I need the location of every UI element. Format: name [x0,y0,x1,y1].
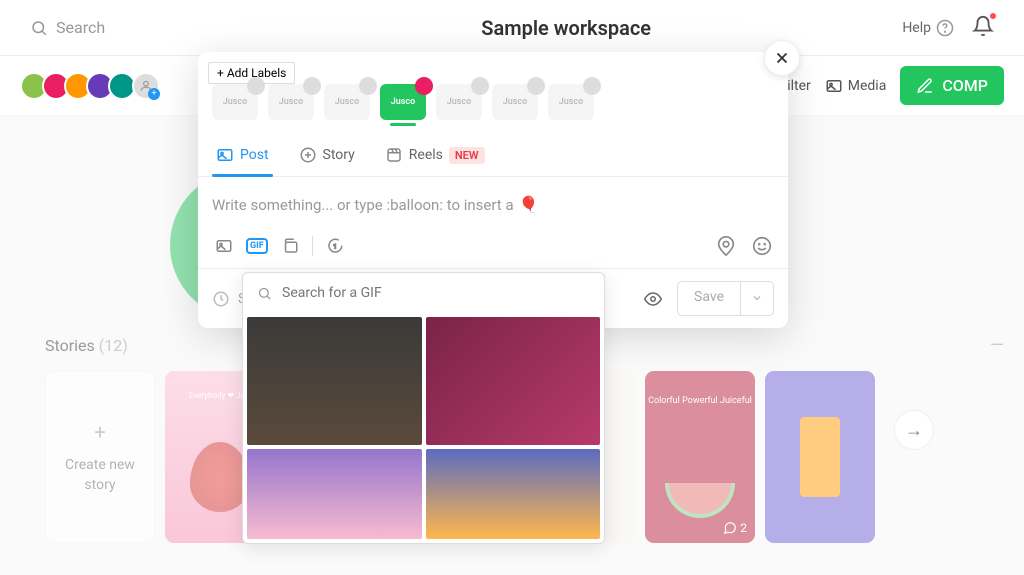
gif-picker [242,272,605,544]
plus-icon: + [217,66,224,80]
user-icon [139,79,153,93]
help-icon [936,19,954,37]
close-button[interactable] [764,40,800,76]
location-button[interactable] [714,234,738,258]
media-icon [825,77,843,95]
twitter-icon [303,77,321,95]
eye-icon [644,290,662,308]
account-tiktok[interactable]: Jusco [548,84,594,120]
gif-button[interactable]: GIF [246,238,268,254]
image-icon [215,237,233,255]
account-instagram-2[interactable]: Jusco [436,84,482,120]
location-icon [715,235,737,257]
notifications-button[interactable] [972,15,994,41]
gif-results[interactable] [243,313,604,543]
tab-post[interactable]: Post [212,134,273,176]
search-icon [30,19,48,37]
reels-icon [385,146,403,164]
image-icon [216,146,234,164]
gallery-icon [281,237,299,255]
workspace-title: Sample workspace [230,16,902,40]
gif-item[interactable] [426,317,601,445]
image-upload-button[interactable] [212,234,236,258]
post-type-tabs: Post Story Reels NEW [198,134,788,177]
team-avatars [20,72,160,100]
save-button[interactable]: Save [678,282,740,315]
account-linkedin[interactable]: Jusco [324,84,370,120]
add-user-button[interactable] [132,72,160,100]
youtube-icon [527,77,545,95]
media-button[interactable]: Media [825,77,887,95]
chat-1-icon: 1 [326,237,344,255]
gif-item[interactable] [247,317,422,445]
editor-area[interactable]: Write something... or type :balloon: to … [198,177,788,224]
divider [312,236,313,256]
facebook-icon [247,77,265,95]
instagram-icon [471,77,489,95]
editor-placeholder: Write something... or type :balloon: to … [212,195,774,214]
balloon-emoji: 🎈 [519,195,539,214]
gif-item[interactable] [247,449,422,539]
chevron-down-icon [751,292,763,304]
notification-dot [990,13,996,19]
close-icon [773,49,791,67]
new-badge: NEW [449,147,485,164]
account-twitter[interactable]: Jusco [268,84,314,120]
account-facebook[interactable]: Jusco [212,84,258,120]
help-button[interactable]: Help [902,19,954,37]
tab-story[interactable]: Story [295,134,359,176]
preview-button[interactable] [641,287,665,311]
gif-search-input[interactable] [282,285,590,301]
search-placeholder: Search [56,18,105,37]
gallery-button[interactable] [278,234,302,258]
save-dropdown[interactable] [740,282,773,315]
account-instagram[interactable]: Jusco [380,84,426,120]
clock-icon [212,290,230,308]
gif-search [243,273,604,313]
first-comment-button[interactable]: 1 [323,234,347,258]
linkedin-icon [359,77,377,95]
header: Search Sample workspace Help [0,0,1024,56]
editor-toolbar: GIF 1 [198,224,788,268]
gif-item[interactable] [426,449,601,539]
compose-icon [916,77,934,95]
save-button-group: Save [677,281,774,316]
instagram-icon [415,77,433,95]
search-area[interactable]: Search [30,18,230,37]
header-actions: Help [902,15,994,41]
compose-modal: + Add Labels Jusco Jusco Jusco Jusco Jus… [198,52,788,328]
svg-text:1: 1 [333,242,337,250]
emoji-icon [751,235,773,257]
search-icon [257,286,272,301]
plus-circle-icon [299,146,317,164]
emoji-button[interactable] [750,234,774,258]
compose-button[interactable]: COMP [900,66,1004,105]
tab-reels[interactable]: Reels NEW [381,134,489,176]
tiktok-icon [583,77,601,95]
account-youtube[interactable]: Jusco [492,84,538,120]
